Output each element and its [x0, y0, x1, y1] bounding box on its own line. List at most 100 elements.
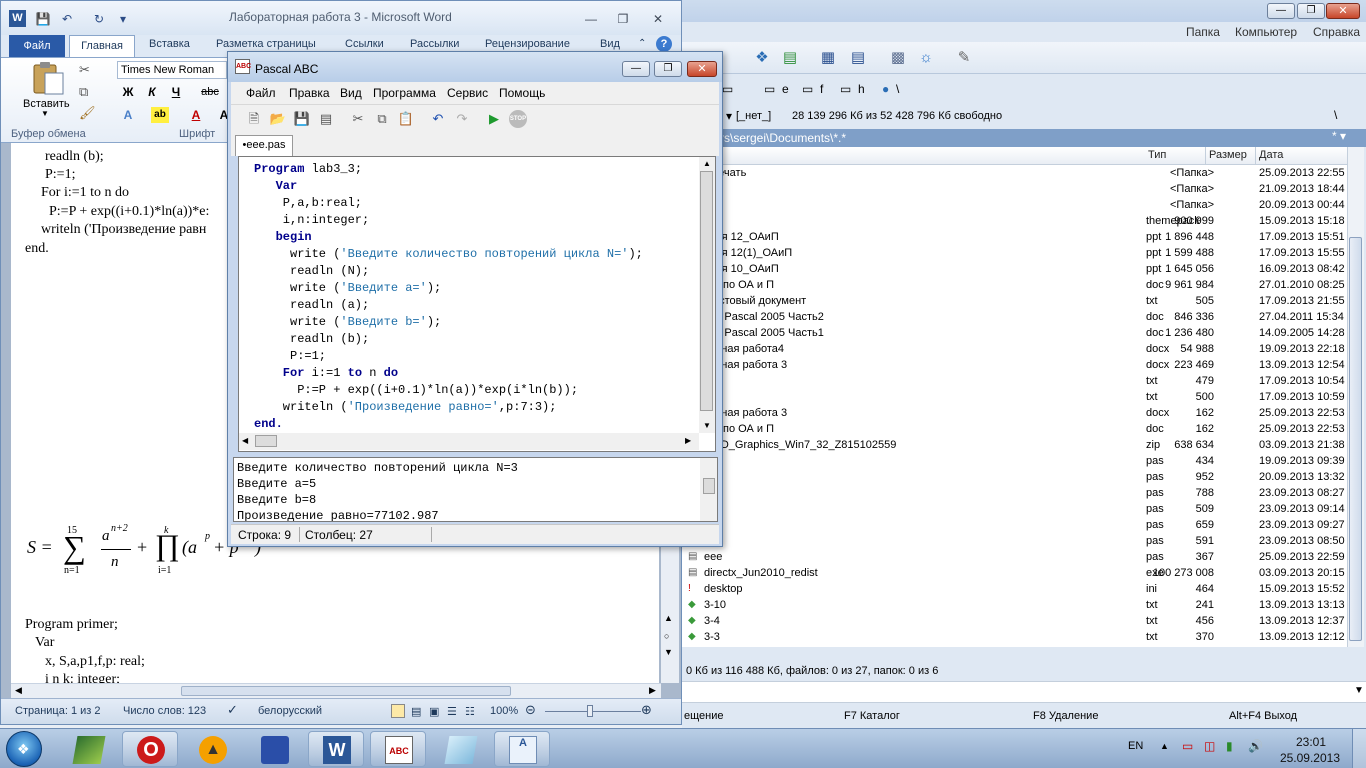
fm-scroll-thumb[interactable] [1349, 237, 1362, 641]
strikethrough-button[interactable]: abc [201, 84, 219, 100]
pascal-close-button[interactable]: ✕ [687, 61, 717, 77]
tray-expand-icon[interactable]: ▲ [1160, 741, 1169, 751]
clock-date[interactable]: 25.09.2013 [1280, 751, 1340, 765]
tab-file[interactable]: Файл [9, 35, 65, 57]
code-editor[interactable]: Program lab3_3; Var P,a,b:real; i,n:integer… [238, 156, 716, 452]
file-row[interactable]: ктикум по ОА и Пdoc 162 25.09.2013 22:53 [682, 422, 1347, 438]
help-icon[interactable]: ? [656, 36, 672, 52]
zoom-slider[interactable] [545, 711, 641, 712]
undo-icon[interactable]: ↶ [429, 110, 447, 128]
minimize-button[interactable]: — [579, 11, 603, 27]
bold-button[interactable]: Ж [119, 84, 137, 100]
root-dir-button[interactable]: \ [1334, 108, 1337, 122]
language-indicator[interactable]: EN [1128, 740, 1143, 752]
format-painter-icon[interactable]: 🖌 [79, 105, 96, 121]
ribbon-collapse-icon[interactable]: ⌃ [638, 38, 646, 49]
menu-view[interactable]: Вид [340, 86, 362, 100]
drive-e-label[interactable]: e [782, 82, 789, 96]
root-drive-label[interactable]: \ [896, 82, 899, 96]
file-row[interactable]: 2-apas95220.09.2013 13:32 [682, 470, 1347, 486]
file-row[interactable]: ораторная работа 3 docx 162 25.09.2013 22:5… [682, 406, 1347, 422]
detail-view-icon[interactable]: ▤ [848, 48, 868, 68]
fm-close-button[interactable]: ✕ [1326, 3, 1360, 19]
file-row[interactable]: ктикум по ОА и Пdoc 9 961 984 27.01.2010 0… [682, 278, 1347, 294]
file-row[interactable]: desktop ini 464 15.09.2013 15:52! [682, 582, 1347, 598]
file-row[interactable]: одичка Pascal 2005 Часть1 doc 1 236 480 14.… [682, 326, 1347, 342]
language-indicator[interactable]: белорусский [258, 705, 322, 717]
stop-icon[interactable]: STOP [509, 110, 527, 128]
file-row[interactable]: ram1pas43419.09.2013 09:39 [682, 454, 1347, 470]
f7-mkdir-button[interactable]: F7 Каталог [844, 710, 900, 722]
file-row[interactable]: ы на печать<Папка>25.09.2013 22:55 [682, 166, 1347, 182]
file-row[interactable]: опавыtxt47917.09.2013 10:54 [682, 374, 1347, 390]
drive-h-label[interactable]: h [858, 82, 865, 96]
copy-icon[interactable]: ⧉ [79, 84, 88, 100]
tile-view-icon[interactable]: ▦ [818, 48, 838, 68]
scroll-left-icon[interactable]: ◀ [242, 436, 248, 445]
zoom-out-icon[interactable]: ⊝ [525, 702, 536, 718]
column-size[interactable]: Размер [1209, 149, 1247, 161]
taskbar-app-aimp[interactable]: ▲ [184, 731, 240, 767]
pascal-maximize-button[interactable]: ❐ [654, 61, 682, 77]
file-row[interactable]: 1-9pas65923.09.2013 09:27 [682, 518, 1347, 534]
highlight-icon[interactable]: ab [151, 107, 169, 123]
taskbar-app-notes[interactable] [432, 731, 488, 767]
file-row[interactable]: 3-10 txt 241 13.09.2013 13:13 ◆ [682, 598, 1347, 614]
file-row[interactable]: ентация 12_ОАиП ppt 1 896 448 17.09.2013 15… [682, 230, 1347, 246]
start-button[interactable]: ❖ [6, 731, 42, 767]
tab-review[interactable]: Рецензирование [485, 38, 570, 50]
browser-icon[interactable]: ☼ [916, 48, 936, 68]
scroll-down-icon[interactable]: ▼ [664, 647, 673, 657]
show-desktop-button[interactable] [1352, 729, 1366, 768]
underline-button[interactable]: Ч [167, 84, 185, 100]
pascal-app-icon[interactable]: ABC [235, 59, 251, 74]
file-row[interactable]: ораторная работа4 docx 54 988 19.09.2013 22… [682, 342, 1347, 358]
taskbar-app-viewer[interactable]: A [494, 731, 550, 767]
clock-time[interactable]: 23:01 [1296, 735, 1326, 749]
close-button[interactable]: ✕ [646, 11, 670, 27]
column-type[interactable]: Тип [1148, 149, 1166, 161]
fm-minimize-button[interactable]: — [1267, 3, 1295, 19]
new-file-icon[interactable]: 🗎 [245, 110, 263, 128]
drive-selector[interactable]: ▾ [726, 109, 732, 123]
undo-icon[interactable]: ↶ [59, 11, 75, 27]
italic-button[interactable]: К [143, 84, 161, 100]
editor-scroll-thumb[interactable] [700, 171, 713, 411]
file-row[interactable]: eee pas 367 25.09.2013 22:59 ▤ [682, 550, 1347, 566]
output-scrollbar[interactable] [700, 458, 717, 521]
paste-icon[interactable]: 📋 [397, 110, 415, 128]
pascal-minimize-button[interactable]: — [622, 61, 650, 77]
file-row[interactable]: txt 500 17.09.2013 10:59 [682, 390, 1347, 406]
file-row[interactable]: s<Папка>21.09.2013 18:44 [682, 182, 1347, 198]
save-file-icon[interactable]: 💾 [293, 110, 311, 128]
file-row[interactable]: одичка Pascal 2005 Часть2 doc 846 336 27.04… [682, 310, 1347, 326]
drive-c-icon[interactable]: ▭ [722, 82, 733, 96]
browse-object-icon[interactable]: ○ [664, 631, 669, 641]
file-row[interactable]: directx_Jun2010_redist exe 100 273 008 03.0… [682, 566, 1347, 582]
word-count[interactable]: Число слов: 123 [123, 705, 206, 717]
file-row[interactable]: 2pas78823.09.2013 08:27 [682, 486, 1347, 502]
cut-icon[interactable]: ✂ [349, 110, 367, 128]
tab-home[interactable]: Главная [69, 35, 135, 58]
spellcheck-icon[interactable]: ✓ [227, 702, 238, 718]
h-scroll-thumb[interactable] [181, 686, 511, 696]
drive-f-icon[interactable]: ▭ [802, 82, 813, 96]
tab-references[interactable]: Ссылки [345, 38, 384, 50]
scroll-right-icon[interactable]: ▶ [685, 436, 691, 445]
output-scroll-thumb[interactable] [703, 478, 715, 494]
file-row[interactable]: Intel_HD_Graphics_Win7_32_Z815102559 zip 6… [682, 438, 1347, 454]
taskbar-app-word[interactable]: W [308, 731, 364, 767]
file-row[interactable]: ораторная работа 3 docx 223 469 13.09.2013 … [682, 358, 1347, 374]
scroll-up-icon[interactable]: ▲ [664, 613, 673, 623]
drive-e-icon[interactable]: ▭ [764, 82, 775, 96]
file-row[interactable]: ames<Папка>20.09.2013 00:44 [682, 198, 1347, 214]
zoom-slider-thumb[interactable] [587, 705, 593, 717]
file-row[interactable]: 3-3 txt 370 13.09.2013 12:12 ◆ [682, 630, 1347, 646]
file-row[interactable]: ый текстовый документ txt 505 17.09.2013 21… [682, 294, 1347, 310]
fm-menu-computer[interactable]: Компьютер [1235, 25, 1297, 39]
cut-icon[interactable]: ✂ [79, 62, 90, 78]
taskbar-app-ebook[interactable] [60, 731, 116, 767]
file-row[interactable]: themepack 900 999 15.09.2013 15:18 [682, 214, 1347, 230]
editor-h-scroll-thumb[interactable] [255, 435, 277, 447]
fm-maximize-button[interactable]: ❐ [1297, 3, 1325, 19]
